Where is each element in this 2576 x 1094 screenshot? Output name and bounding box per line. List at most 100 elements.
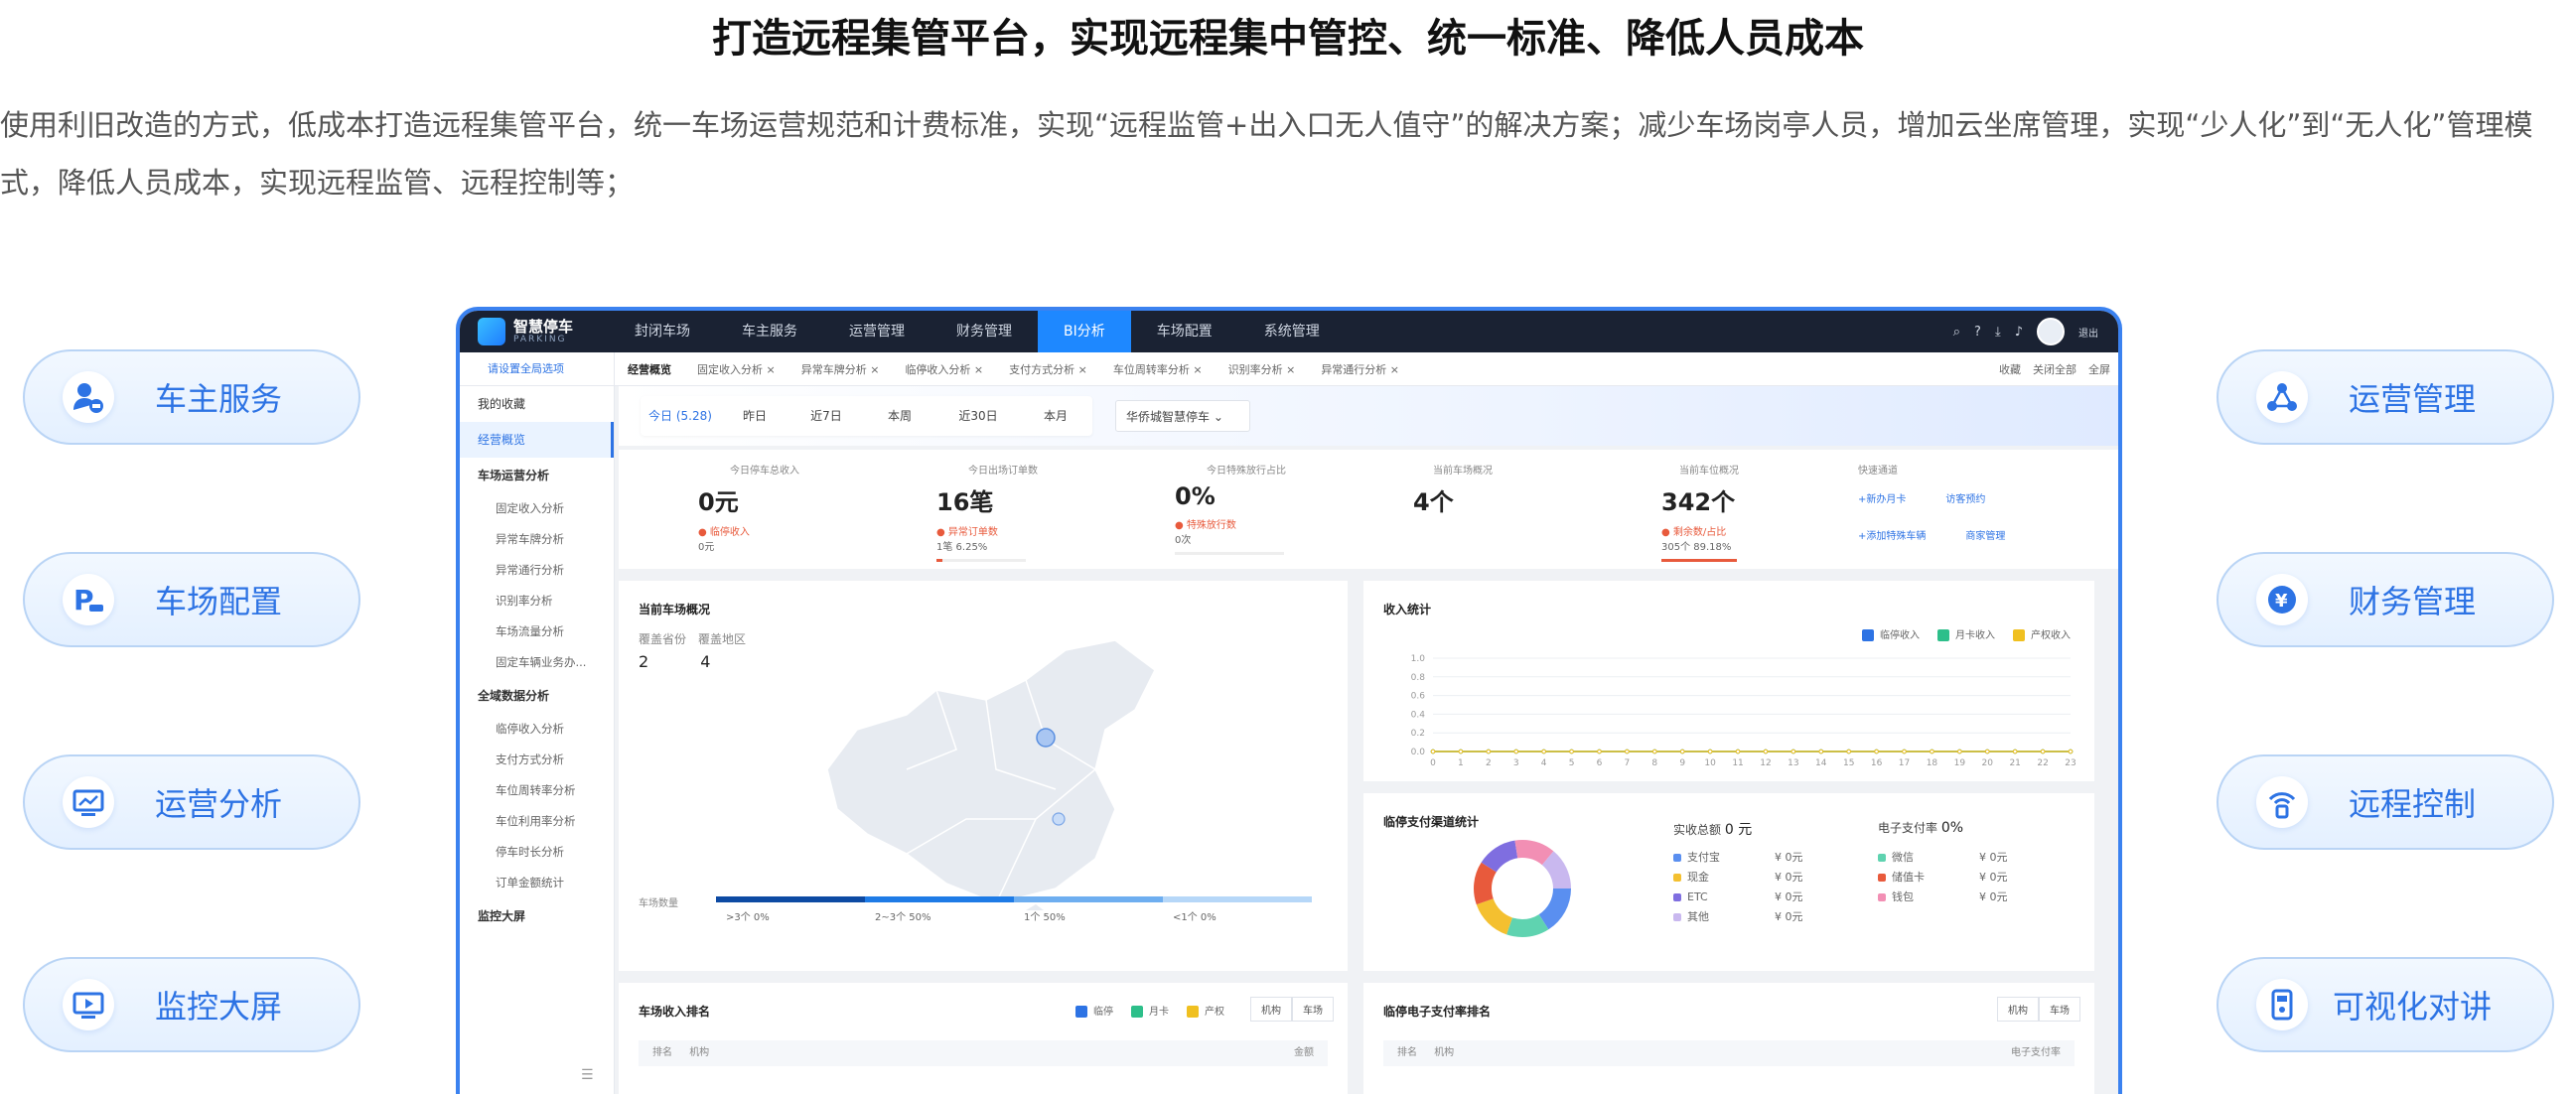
sidebar-item[interactable]: 临停收入分析 xyxy=(460,714,614,745)
sidebar-item[interactable]: 固定收入分析 xyxy=(460,493,614,524)
data-point[interactable] xyxy=(1874,749,1879,754)
data-point[interactable] xyxy=(1458,749,1464,754)
date-this-month[interactable]: 本月 xyxy=(1020,400,1091,432)
date-this-week[interactable]: 本周 xyxy=(863,400,936,432)
data-point[interactable] xyxy=(1486,749,1492,754)
tab-overview[interactable]: 经营概览 xyxy=(615,361,684,377)
new-monthly-card-link[interactable]: +新办月卡 xyxy=(1858,490,1906,505)
tab-temp-income[interactable]: 临停收入分析 × xyxy=(892,361,996,377)
search-icon[interactable]: ⌕ xyxy=(1953,325,1960,340)
date-7days[interactable]: 近7日 xyxy=(789,400,863,432)
tab-recognition[interactable]: 识别率分析 × xyxy=(1216,361,1309,377)
nav-operation[interactable]: 运营管理 xyxy=(823,311,930,352)
date-yesterday[interactable]: 昨日 xyxy=(720,400,789,432)
merchant-management-link[interactable]: 商家管理 xyxy=(1965,527,2005,542)
data-point[interactable] xyxy=(1790,749,1796,754)
data-point[interactable] xyxy=(1679,749,1685,754)
sidebar-item[interactable]: 支付方式分析 xyxy=(460,745,614,775)
feature-finance[interactable]: ¥ 财务管理 xyxy=(2217,552,2554,647)
sidebar-group-global[interactable]: 全域数据分析 xyxy=(460,678,614,714)
park-button[interactable]: 车场 xyxy=(2039,997,2080,1022)
sidebar-item-monitor[interactable]: 监控大屏 xyxy=(460,898,614,934)
park-button[interactable]: 车场 xyxy=(1292,997,1334,1022)
nav-closed-parking[interactable]: 封闭车场 xyxy=(609,311,716,352)
fullscreen-button[interactable]: 全屏 xyxy=(2088,361,2110,377)
sidebar-item[interactable]: 车位周转率分析 xyxy=(460,775,614,806)
logout-link[interactable]: 退出 xyxy=(2078,325,2098,340)
data-point[interactable] xyxy=(1707,749,1713,754)
sidebar-item-favorites[interactable]: 我的收藏 xyxy=(460,386,614,422)
data-point[interactable] xyxy=(1846,749,1851,754)
sidebar-item-overview[interactable]: 经营概览 xyxy=(460,422,614,458)
data-point[interactable] xyxy=(1625,749,1630,754)
data-point[interactable] xyxy=(2040,749,2046,754)
legend-item[interactable]: 产权收入 xyxy=(2013,626,2071,641)
nav-driver-service[interactable]: 车主服务 xyxy=(716,311,823,352)
feature-operation-management[interactable]: 运营管理 xyxy=(2217,349,2554,445)
feature-parking-config[interactable]: P 车场配置 xyxy=(23,552,360,647)
tab-turnover[interactable]: 车位周转率分析 × xyxy=(1100,361,1216,377)
org-button[interactable]: 机构 xyxy=(1250,997,1292,1022)
tab-fixed-income[interactable]: 固定收入分析 × xyxy=(684,361,788,377)
legend-item[interactable]: 产权 xyxy=(1187,1003,1224,1018)
bell-icon[interactable]: ♪ xyxy=(2015,325,2023,340)
data-point[interactable] xyxy=(1735,749,1741,754)
sidebar-group-operation[interactable]: 车场运营分析 xyxy=(460,458,614,493)
feature-remote-control[interactable]: 远程控制 xyxy=(2217,754,2554,850)
data-point[interactable] xyxy=(1957,749,1962,754)
data-point[interactable] xyxy=(1652,749,1657,754)
date-today[interactable]: 今日 (5.28) xyxy=(641,400,720,432)
tab-abnormal-plate[interactable]: 异常车牌分析 × xyxy=(788,361,893,377)
download-icon[interactable]: ⤓ xyxy=(1995,325,2001,340)
nav-bi-analysis[interactable]: BI分析 xyxy=(1038,311,1131,352)
sidebar-item[interactable]: 车场流量分析 xyxy=(460,616,614,647)
sidebar-item[interactable]: 异常车牌分析 xyxy=(460,524,614,555)
data-point[interactable] xyxy=(1541,749,1546,754)
tab-payment[interactable]: 支付方式分析 × xyxy=(996,361,1100,377)
sidebar-item[interactable]: 订单金额统计 xyxy=(460,868,614,898)
col-amount[interactable]: 金额 xyxy=(1294,1040,1314,1066)
collapse-menu-icon[interactable]: ☰ xyxy=(581,1067,594,1083)
data-point[interactable] xyxy=(1984,749,1990,754)
avatar[interactable] xyxy=(2037,318,2065,345)
visitor-booking-link[interactable]: 访客预约 xyxy=(1945,490,1985,505)
stat-label: 今日出场订单数 xyxy=(968,466,1038,477)
data-point[interactable] xyxy=(2068,749,2074,754)
feature-operation-analysis[interactable]: 运营分析 xyxy=(23,754,360,850)
data-point[interactable] xyxy=(1930,749,1934,754)
help-icon[interactable]: ? xyxy=(1974,325,1981,340)
favorite-button[interactable]: 收藏 xyxy=(1999,361,2021,377)
data-point[interactable] xyxy=(1597,749,1602,754)
sidebar-item[interactable]: 识别率分析 xyxy=(460,586,614,616)
date-30days[interactable]: 近30日 xyxy=(936,400,1020,432)
data-point[interactable] xyxy=(1818,749,1824,754)
data-point[interactable] xyxy=(1430,749,1436,754)
data-point[interactable] xyxy=(1569,749,1574,754)
legend-item[interactable]: 月卡收入 xyxy=(1937,626,1995,641)
nav-system[interactable]: 系统管理 xyxy=(1238,311,1346,352)
legend-item[interactable]: 临停收入 xyxy=(1862,626,1920,641)
feature-driver-service[interactable]: 车主服务 xyxy=(23,349,360,445)
nav-finance[interactable]: 财务管理 xyxy=(930,311,1038,352)
data-point[interactable] xyxy=(1763,749,1769,754)
col-rate[interactable]: 电子支付率 xyxy=(2011,1040,2061,1066)
data-point[interactable] xyxy=(1902,749,1907,754)
sidebar-item[interactable]: 固定车辆业务办... xyxy=(460,647,614,678)
scope-select[interactable]: 请设置全局选项 xyxy=(460,351,615,386)
add-special-vehicle-link[interactable]: +添加特殊车辆 xyxy=(1858,527,1926,542)
sidebar-item[interactable]: 停车时长分析 xyxy=(460,837,614,868)
org-button[interactable]: 机构 xyxy=(1997,997,2039,1022)
tab-abnormal-pass[interactable]: 异常通行分析 × xyxy=(1308,361,1412,377)
legend-item[interactable]: 临停 xyxy=(1075,1003,1113,1018)
date-filter-bar: 今日 (5.28) 昨日 近7日 本周 近30日 本月 华侨城智慧停车 ⌄ xyxy=(619,386,2118,446)
legend-item[interactable]: 月卡 xyxy=(1131,1003,1169,1018)
feature-intercom[interactable]: 可视化对讲 xyxy=(2217,957,2554,1052)
sidebar-item[interactable]: 异常通行分析 xyxy=(460,555,614,586)
nav-parking-config[interactable]: 车场配置 xyxy=(1131,311,1238,352)
feature-monitor-screen[interactable]: 监控大屏 xyxy=(23,957,360,1052)
sidebar-item[interactable]: 车位利用率分析 xyxy=(460,806,614,837)
park-select[interactable]: 华侨城智慧停车 ⌄ xyxy=(1115,400,1250,432)
data-point[interactable] xyxy=(2012,749,2018,754)
close-all-button[interactable]: 关闭全部 xyxy=(2033,361,2076,377)
data-point[interactable] xyxy=(1513,749,1519,754)
